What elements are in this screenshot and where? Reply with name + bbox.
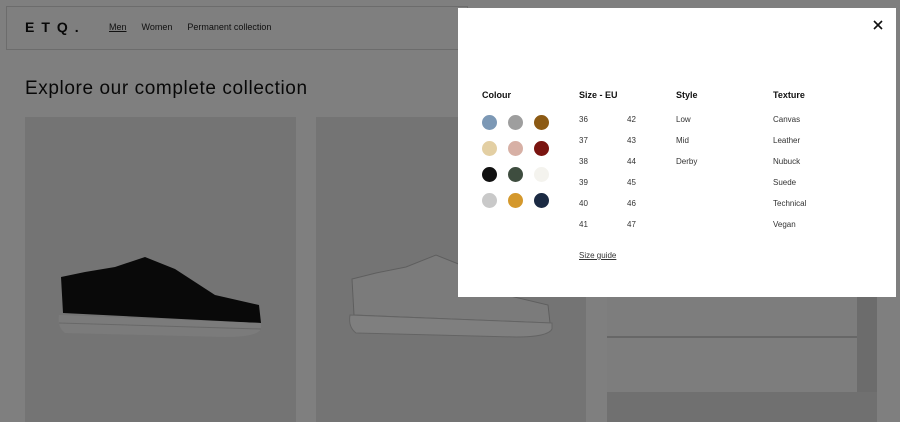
colour-swatch[interactable]: [534, 115, 549, 130]
colour-swatch[interactable]: [534, 141, 549, 156]
size-option[interactable]: 37: [579, 136, 627, 145]
filter-style: Style Low Mid Derby: [676, 90, 698, 166]
size-grid: 36 42 37 43 38 44 39 45 40 46 41 47: [579, 115, 667, 229]
colour-swatch[interactable]: [508, 141, 523, 156]
texture-option-technical[interactable]: Technical: [773, 199, 806, 208]
texture-option-leather[interactable]: Leather: [773, 136, 806, 145]
size-option[interactable]: 40: [579, 199, 627, 208]
filter-panel: Colour Size - EU 36 42 37 43 38 44 39 45…: [458, 8, 896, 297]
filter-texture-title: Texture: [773, 90, 805, 100]
nav-item-permanent-collection[interactable]: Permanent collection: [187, 22, 271, 32]
size-option[interactable]: 36: [579, 115, 627, 124]
colour-swatch[interactable]: [534, 193, 549, 208]
texture-option-suede[interactable]: Suede: [773, 178, 806, 187]
black-sneaker-image: [25, 117, 296, 422]
size-option[interactable]: 47: [627, 220, 667, 229]
colour-swatch[interactable]: [508, 115, 523, 130]
size-option[interactable]: 43: [627, 136, 667, 145]
nav-item-men[interactable]: Men: [109, 22, 127, 32]
brand-logo[interactable]: ETQ.: [25, 19, 86, 35]
size-option[interactable]: 41: [579, 220, 627, 229]
colour-swatches: [482, 115, 549, 208]
style-option-low[interactable]: Low: [676, 115, 698, 124]
style-option-derby[interactable]: Derby: [676, 157, 698, 166]
size-option[interactable]: 45: [627, 178, 667, 187]
texture-option-nubuck[interactable]: Nubuck: [773, 157, 806, 166]
style-option-mid[interactable]: Mid: [676, 136, 698, 145]
filter-style-title: Style: [676, 90, 698, 100]
size-guide-link[interactable]: Size guide: [579, 251, 616, 260]
nav-item-women[interactable]: Women: [142, 22, 173, 32]
main-nav: Men Women Permanent collection: [109, 22, 271, 32]
filter-colour: Colour: [482, 90, 549, 208]
site-header: ETQ. Men Women Permanent collection: [6, 6, 468, 50]
colour-swatch[interactable]: [482, 141, 497, 156]
style-options: Low Mid Derby: [676, 115, 698, 166]
close-icon[interactable]: [870, 17, 886, 33]
colour-swatch[interactable]: [482, 115, 497, 130]
filter-size-title: Size - EU: [579, 90, 618, 100]
size-option[interactable]: 44: [627, 157, 667, 166]
size-option[interactable]: 46: [627, 199, 667, 208]
colour-swatch[interactable]: [482, 193, 497, 208]
colour-swatch[interactable]: [534, 167, 549, 182]
texture-options: Canvas Leather Nubuck Suede Technical Ve…: [773, 115, 806, 229]
size-option[interactable]: 42: [627, 115, 667, 124]
colour-swatch[interactable]: [508, 193, 523, 208]
page-title: Explore our complete collection: [25, 78, 308, 99]
colour-swatch[interactable]: [482, 167, 497, 182]
size-option[interactable]: 39: [579, 178, 627, 187]
size-option[interactable]: 38: [579, 157, 627, 166]
filter-texture: Texture Canvas Leather Nubuck Suede Tech…: [773, 90, 806, 229]
texture-option-canvas[interactable]: Canvas: [773, 115, 806, 124]
filter-colour-title: Colour: [482, 90, 511, 100]
colour-swatch[interactable]: [508, 167, 523, 182]
filter-size: Size - EU 36 42 37 43 38 44 39 45 40 46 …: [579, 90, 667, 229]
texture-option-vegan[interactable]: Vegan: [773, 220, 806, 229]
product-card-black-sneaker[interactable]: [25, 117, 296, 422]
